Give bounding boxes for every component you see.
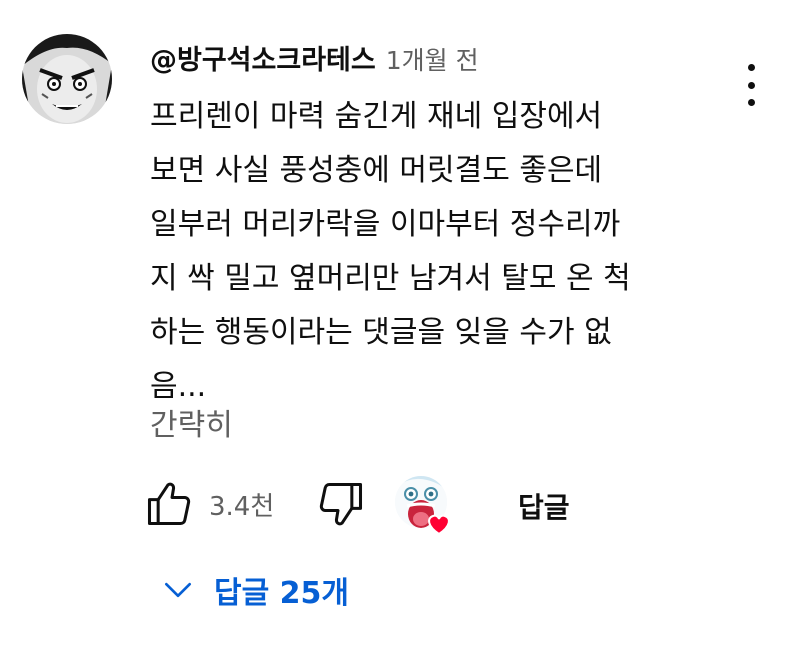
comment-line: 보면 사실 풍성충에 머릿결도 좋은데 — [150, 153, 603, 188]
comment-line: 하는 행동이라는 댓글을 잊을 수가 없 — [150, 315, 612, 350]
view-replies-button[interactable]: 답글 25개 — [158, 565, 349, 615]
manga-face-avatar-icon — [22, 34, 112, 124]
comment-line: 음... — [150, 369, 207, 404]
thumb-down-icon — [319, 482, 363, 526]
comment-line: 일부러 머리카락을 이마부터 정수리까 — [150, 207, 621, 242]
comment-time[interactable]: 1개월 전 — [386, 41, 479, 77]
menu-dot — [747, 64, 755, 71]
dislike-button[interactable] — [315, 478, 367, 530]
replies-count-label: 답글 25개 — [214, 576, 349, 611]
menu-dot — [747, 99, 755, 106]
avatar[interactable] — [22, 34, 112, 124]
comment-header: @방구석소크라테스 1개월 전 — [150, 38, 479, 77]
author-name[interactable]: @방구석소크라테스 — [150, 38, 376, 77]
comment-action-bar: 3.4천 답글 — [143, 472, 603, 536]
more-vert-icon[interactable] — [738, 64, 764, 106]
like-button[interactable] — [143, 478, 195, 530]
like-count: 3.4천 — [209, 492, 275, 522]
comment-text: 프리렌이 마력 숨긴게 재네 입장에서 보면 사실 풍성충에 머릿결도 좋은데 … — [150, 90, 710, 414]
show-less-button[interactable]: 간략히 — [150, 400, 233, 444]
creator-avatar-heart-icon — [395, 476, 450, 536]
creator-heart-icon[interactable] — [393, 472, 457, 536]
thumb-up-icon — [147, 482, 191, 526]
comment-line: 프리렌이 마력 숨긴게 재네 입장에서 — [150, 99, 603, 134]
chevron-down-icon — [165, 582, 191, 598]
menu-dot — [747, 81, 755, 89]
comment-line: 지 싹 밀고 옆머리만 남겨서 탈모 온 척 — [150, 261, 631, 296]
reply-button[interactable]: 답글 — [518, 486, 570, 526]
